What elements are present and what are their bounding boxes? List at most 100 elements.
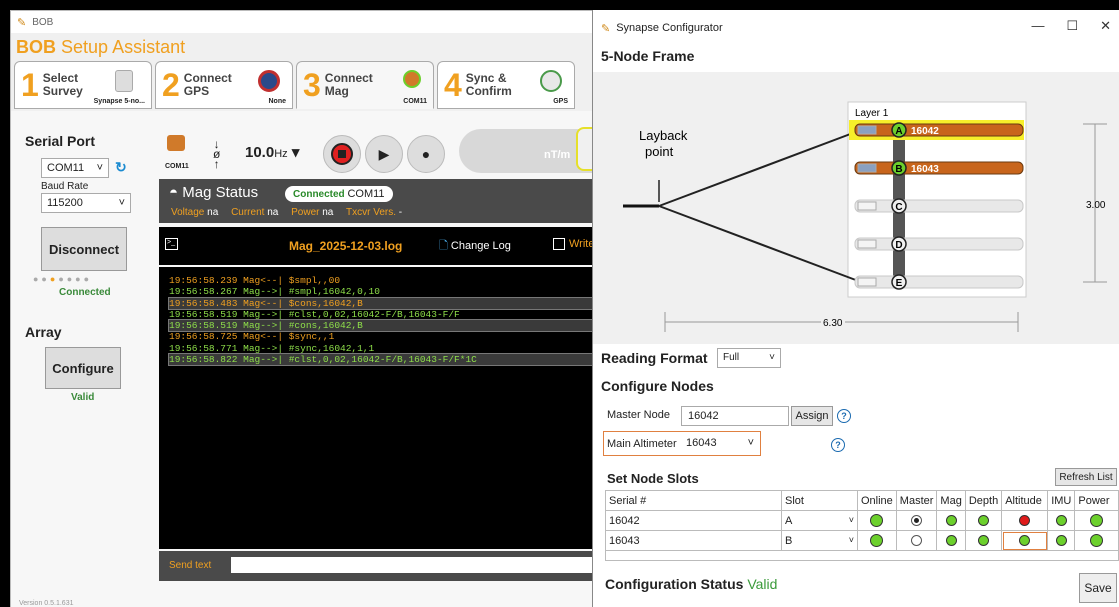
mag-cell — [936, 510, 966, 531]
file-icon: 🗋 — [439, 240, 448, 252]
width-dim-value: 6.30 — [823, 318, 843, 329]
play-button[interactable]: ▶ — [365, 135, 403, 173]
help-icon[interactable]: ? — [831, 438, 845, 452]
send-input[interactable] — [231, 557, 601, 573]
record-button[interactable]: ● — [407, 135, 445, 173]
help-icon[interactable]: ? — [837, 409, 851, 423]
array-heading: Array — [25, 324, 62, 340]
mag-status-title: ◓ Mag Status — [169, 184, 258, 201]
reading-format-value: Full — [723, 352, 740, 363]
connection-dots: ●●●●●●● — [33, 274, 93, 284]
node-sensor — [854, 123, 1024, 137]
configure-button[interactable]: Configure — [45, 347, 121, 389]
bob-window: ✎ BOB BOB Setup Assistant 1 Select Surve… — [10, 10, 609, 607]
status-fields: Voltage na Current na Power na Txcvr Ver… — [171, 207, 412, 218]
assign-button[interactable]: Assign — [791, 406, 833, 426]
serial-cell: 16043 — [605, 530, 782, 551]
configurator-title: Synapse Configurator — [616, 22, 723, 34]
badge-com: COM11 — [347, 188, 385, 200]
node-cap — [857, 201, 877, 211]
node-slots-table: Serial # Slot Online Master Mag Depth Al… — [605, 490, 1119, 561]
app-title-text: Setup Assistant — [61, 37, 186, 57]
imu-indicator-icon — [1055, 515, 1067, 527]
layback-label-2: point — [645, 144, 674, 159]
mag-connected-icon — [403, 70, 421, 88]
col-online: Online — [857, 490, 897, 511]
disconnect-button[interactable]: Disconnect — [41, 227, 127, 271]
log-line: 19:56:58.519 Mag-->| #clst,0,02,16042-F/… — [169, 308, 460, 320]
layer-label: Layer 1 — [855, 108, 889, 119]
mag-cell — [936, 530, 966, 551]
node-serial: 16043 — [911, 164, 939, 175]
write-label: Write — [569, 238, 595, 250]
record-icon: ● — [421, 146, 431, 162]
main-altimeter-select[interactable]: 16043 ˅ — [681, 434, 759, 453]
log-line: 19:56:58.267 Mag-->| #smpl,16042,0,10 — [169, 286, 380, 298]
altitude-indicator-icon — [1019, 515, 1031, 527]
frame-title: 5-Node Frame — [601, 48, 695, 64]
bridle-line-a — [658, 129, 862, 207]
refresh-icon[interactable]: ↻ — [115, 159, 127, 176]
step-sync-confirm[interactable]: 4 Sync & Confirm GPS — [437, 61, 575, 109]
stop-button[interactable] — [323, 135, 361, 173]
power-indicator-icon — [1090, 514, 1104, 527]
app-title: BOB Setup Assistant — [16, 37, 185, 58]
refresh-list-button[interactable]: Refresh List — [1055, 468, 1117, 486]
slot-select[interactable]: B ˅ — [781, 530, 858, 551]
write-checkbox[interactable] — [553, 238, 565, 250]
node-cap — [857, 125, 877, 135]
log-line: 19:56:58.771 Mag-->| #sync,16042,1,1 — [169, 342, 375, 354]
toolbar-com: COM11 — [165, 163, 189, 170]
mag-connected-badge: Connected COM11 — [285, 186, 393, 202]
online-indicator-icon — [870, 514, 884, 527]
imu-cell — [1047, 510, 1076, 531]
gauge-icon: ◓ — [169, 184, 179, 201]
main-altimeter-value: 16043 — [686, 437, 717, 449]
baud-select[interactable]: 115200 ˅ — [41, 193, 131, 213]
close-icon[interactable]: ✕ — [1100, 18, 1111, 34]
port-select[interactable]: COM11 ˅ — [41, 158, 109, 178]
change-log-link[interactable]: 🗋 Change Log — [439, 237, 511, 256]
altitude-indicator-icon — [1019, 535, 1031, 547]
step-number: 4 — [444, 67, 462, 103]
step-select-survey[interactable]: 1 Select Survey Synapse 5-no... — [14, 61, 152, 109]
log-line: 19:56:58.239 Mag<--| $smpl,,00 — [169, 275, 341, 286]
log-line: 19:56:58.725 Mag<--| $sync,,1 — [169, 331, 335, 343]
minimize-icon[interactable]: — — [1031, 18, 1044, 34]
slot-select[interactable]: A ˅ — [781, 510, 858, 531]
reading-format-select[interactable]: Full ˅ — [717, 348, 781, 368]
altitude-cell — [1001, 510, 1049, 531]
change-log-label: Change Log — [450, 240, 511, 252]
table-empty-row — [605, 550, 1119, 561]
bridle-line-e — [658, 205, 862, 283]
node-letter: E — [896, 278, 903, 289]
table-row: 16043 B ˅ — [605, 530, 1119, 551]
field-key: Power — [291, 207, 320, 218]
step-connect-mag[interactable]: 3 Connect Mag COM11 — [296, 61, 434, 109]
step-number: 2 — [162, 67, 180, 103]
frame-svg: Layer 1 Layback point A 16042 B 16043 C D E 3.… — [623, 101, 1107, 332]
log-line: 19:56:58.483 Mag<--| $cons,16042,B — [168, 296, 602, 310]
step-number: 3 — [303, 67, 321, 103]
col-imu: IMU — [1047, 490, 1076, 511]
master-radio[interactable] — [911, 535, 923, 547]
step-connect-gps[interactable]: 2 Connect GPS None — [155, 61, 293, 109]
col-altitude: Altitude — [1001, 490, 1049, 511]
app-title-brand: BOB — [16, 37, 56, 57]
save-button[interactable]: Save — [1079, 573, 1117, 603]
nt-label: nT/m — [544, 149, 571, 161]
terminal-icon[interactable]: >_ — [165, 238, 178, 250]
sample-rate[interactable]: 10.0Hz ▾ — [245, 143, 299, 161]
master-cell[interactable] — [895, 510, 938, 531]
imu-indicator-icon — [1055, 535, 1067, 547]
master-radio[interactable] — [911, 515, 923, 527]
node-sensor — [854, 275, 1024, 289]
online-cell — [857, 510, 897, 531]
badge-status: Connected — [293, 189, 345, 200]
maximize-icon[interactable]: ☐ — [1066, 18, 1078, 34]
power-cell — [1074, 530, 1119, 551]
master-node-input[interactable]: 16042 — [681, 406, 789, 426]
master-cell[interactable] — [895, 530, 938, 551]
col-slot: Slot — [781, 490, 858, 511]
mag-indicator-icon — [945, 535, 957, 547]
